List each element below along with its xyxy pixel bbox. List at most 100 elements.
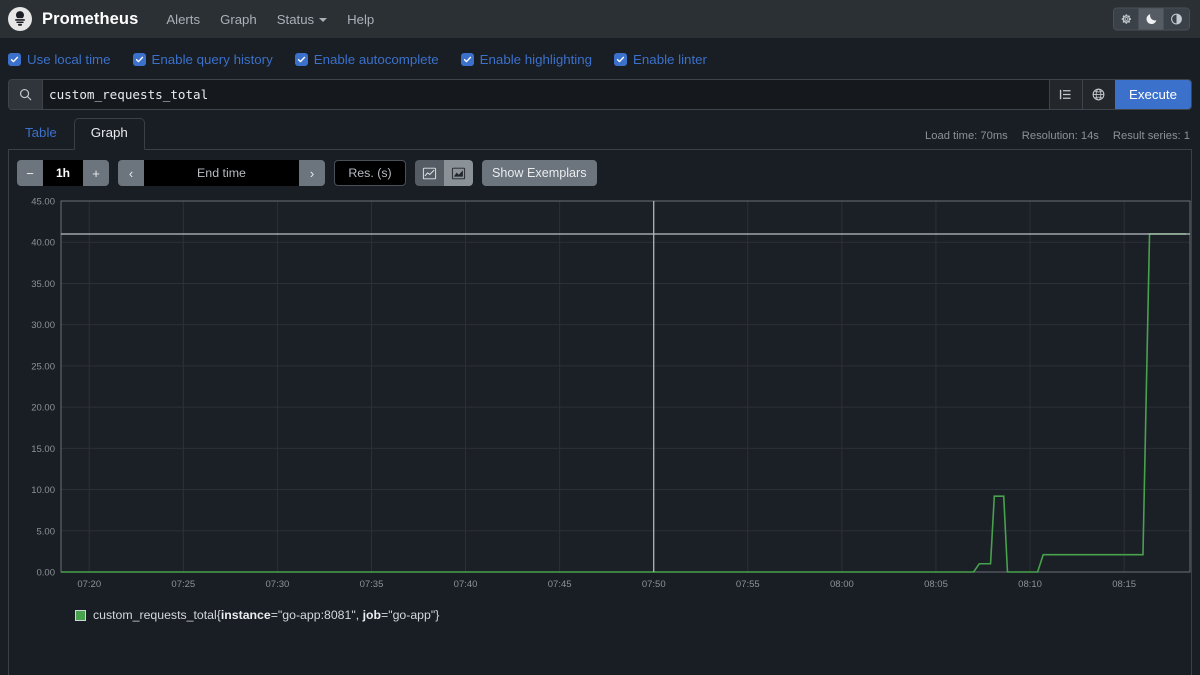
half-circle-icon <box>1171 13 1182 25</box>
graph-controls: − 1h + ‹ End time › Res. (s) Show Exempl… <box>17 160 1183 186</box>
nav-link-help[interactable]: Help <box>337 8 384 31</box>
resolution-input[interactable]: Res. (s) <box>334 160 406 186</box>
end-time-next-button[interactable]: › <box>299 160 325 186</box>
x-axis-tick-label: 07:20 <box>77 579 101 590</box>
theme-auto-button[interactable] <box>1164 8 1189 30</box>
execute-button[interactable]: Execute <box>1114 80 1191 109</box>
range-decrease-button[interactable]: − <box>17 160 43 186</box>
legend-sep-0: , <box>355 608 363 622</box>
range-input[interactable]: 1h <box>43 160 83 186</box>
checkbox-checked-icon <box>132 52 146 66</box>
checkbox-enable-linter-label: Enable linter <box>633 51 707 67</box>
checkbox-enable-autocomplete[interactable]: Enable autocomplete <box>294 51 439 67</box>
checkbox-checked-icon <box>614 52 628 66</box>
legend-item[interactable]: custom_requests_total{instance="go-app:8… <box>75 608 439 622</box>
chevron-down-icon <box>319 18 328 23</box>
x-axis-tick-label: 07:35 <box>360 579 384 590</box>
moon-icon <box>1145 14 1156 25</box>
nav-links: Alerts Graph Status Help <box>156 8 384 31</box>
nav-link-graph[interactable]: Graph <box>210 8 267 31</box>
query-stats: Load time: 70ms Resolution: 14s Result s… <box>925 130 1190 142</box>
y-axis-tick-label: 15.00 <box>31 444 55 455</box>
y-axis-tick-label: 30.00 <box>31 320 55 331</box>
checkbox-enable-query-history-label: Enable query history <box>151 51 273 67</box>
chart-type-toggle <box>415 160 473 186</box>
prometheus-logo-icon <box>8 7 32 31</box>
tab-table[interactable]: Table <box>8 118 74 150</box>
legend-label-key-job: job <box>362 608 382 622</box>
graph-panel: − 1h + ‹ End time › Res. (s) Show Exempl… <box>8 150 1192 675</box>
query-input[interactable] <box>43 80 1049 109</box>
metrics-explorer-icon[interactable] <box>1048 80 1082 109</box>
legend-metric-name: custom_requests_total <box>93 608 217 622</box>
checkbox-enable-linter[interactable]: Enable linter <box>614 52 707 67</box>
y-axis-tick-label: 5.00 <box>37 526 56 537</box>
x-axis-tick-label: 08:15 <box>1112 579 1136 590</box>
graph-chart[interactable]: 0.00 5.00 10.00 15.00 20.00 25.00 30.00 35.00 40… <box>17 194 1197 594</box>
y-axis-tick-label: 0.00 <box>37 568 56 579</box>
graph-legend: custom_requests_total{instance="go-app:8… <box>17 608 1183 622</box>
stat-load-time: Load time: 70ms <box>925 130 1008 142</box>
checkbox-checked-icon <box>294 52 308 66</box>
line-chart-icon[interactable] <box>415 160 444 186</box>
query-bar: Execute <box>8 79 1192 110</box>
x-axis-tick-label: 08:05 <box>924 579 948 590</box>
stat-resolution: Resolution: 14s <box>1021 130 1099 142</box>
globe-icon[interactable] <box>1081 80 1115 109</box>
legend-eq-0: = <box>270 608 278 622</box>
checkbox-use-local-time[interactable]: Use local time <box>8 52 111 67</box>
tab-graph[interactable]: Graph <box>73 118 145 150</box>
x-axis-tick-label: 07:55 <box>736 579 760 590</box>
x-axis-tick-label: 07:50 <box>642 579 666 590</box>
end-time-prev-button[interactable]: ‹ <box>118 160 144 186</box>
legend-color-swatch <box>75 609 86 621</box>
x-axis-tick-label: 07:30 <box>266 579 290 590</box>
theme-dark-button[interactable] <box>1139 8 1164 30</box>
x-axis-tick-label: 08:10 <box>1018 579 1042 590</box>
x-axis-tick-label: 08:00 <box>830 579 854 590</box>
brand-name[interactable]: Prometheus <box>42 10 138 29</box>
y-axis-tick-label: 10.00 <box>31 485 55 496</box>
checkbox-checked-icon <box>8 52 21 66</box>
nav-link-status-label: Status <box>276 11 315 27</box>
y-axis-tick-label: 35.00 <box>31 279 55 290</box>
end-time-input[interactable]: End time <box>144 160 299 186</box>
theme-light-button[interactable] <box>1114 8 1139 30</box>
search-icon[interactable] <box>9 80 43 109</box>
nav-link-alerts-label: Alerts <box>166 11 201 27</box>
checkbox-checked-icon <box>460 52 474 66</box>
end-time-picker: ‹ End time › <box>118 160 325 186</box>
checkbox-enable-autocomplete-label: Enable autocomplete <box>313 51 439 67</box>
navbar: Prometheus Alerts Graph Status Help <box>0 0 1200 38</box>
x-axis-tick-label: 07:40 <box>454 579 478 590</box>
y-axis-tick-label: 25.00 <box>31 361 55 372</box>
checkbox-enable-highlighting[interactable]: Enable highlighting <box>460 51 593 67</box>
theme-toggle-group <box>1113 7 1190 31</box>
result-tabs: Table Graph Load time: 70ms Resolution: … <box>8 118 1192 150</box>
y-axis-tick-label: 20.00 <box>31 403 55 414</box>
checkbox-enable-highlighting-label: Enable highlighting <box>479 51 593 67</box>
legend-label-value-instance: "go-app:8081" <box>277 608 356 622</box>
legend-close-brace: } <box>435 608 440 622</box>
legend-label: custom_requests_total{instance="go-app:8… <box>93 608 439 622</box>
y-axis-tick-label: 45.00 <box>31 197 55 208</box>
legend-label-key-instance: instance <box>220 608 271 622</box>
nav-link-status[interactable]: Status <box>267 8 337 31</box>
show-exemplars-button[interactable]: Show Exemplars <box>482 160 597 186</box>
nav-link-graph-label: Graph <box>220 11 257 27</box>
stacked-chart-icon[interactable] <box>444 160 473 186</box>
x-axis-tick-label: 07:25 <box>171 579 195 590</box>
legend-label-value-job: "go-app" <box>388 608 436 622</box>
nav-link-alerts[interactable]: Alerts <box>156 8 210 31</box>
range-increase-button[interactable]: + <box>83 160 109 186</box>
stat-result-series: Result series: 1 <box>1112 130 1190 142</box>
checkbox-enable-query-history[interactable]: Enable query history <box>132 51 273 67</box>
range-stepper: − 1h + <box>17 160 109 186</box>
y-axis-tick-label: 40.00 <box>31 238 55 249</box>
graph-area[interactable]: 0.00 5.00 10.00 15.00 20.00 25.00 30.00 35.00 40… <box>17 194 1191 594</box>
checkbox-use-local-time-label: Use local time <box>27 51 111 67</box>
x-axis-tick-label: 07:45 <box>548 579 572 590</box>
query-options-bar: Use local time Enable query history Enab… <box>0 45 1200 73</box>
gear-icon <box>1121 14 1131 24</box>
nav-link-help-label: Help <box>347 11 375 27</box>
